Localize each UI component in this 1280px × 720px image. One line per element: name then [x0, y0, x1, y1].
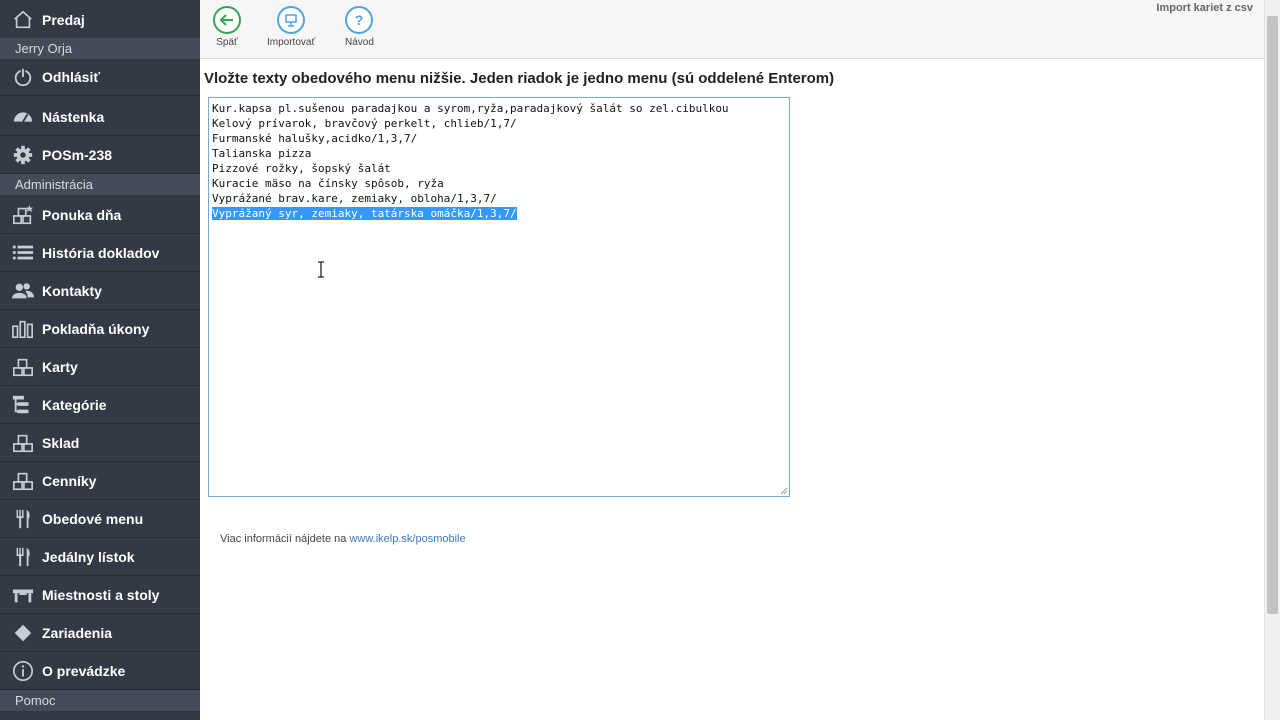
menu-lines: Kur.kapsa pl.sušenou paradajkou a syrom,… [212, 101, 729, 221]
sidebar-item-label: Obedové menu [42, 511, 144, 527]
menu-line: Kelový prívarok, bravčový perkelt, chlie… [212, 116, 729, 131]
back-label: Späť [216, 37, 238, 48]
guide-button[interactable]: ? Návod [345, 6, 374, 48]
menu-line: Furmanské halušky,acidko/1,3,7/ [212, 131, 729, 146]
sidebar-item-zariadenia[interactable]: Zariadenia [0, 615, 200, 652]
boxes-icon [11, 355, 35, 379]
sidebar-user-header: Jerry Orja [0, 38, 200, 59]
footer-text: Viac informácií nájdete na [220, 533, 350, 545]
menu-line-text: Kelový prívarok, bravčový perkelt, chlie… [212, 117, 517, 130]
menu-line-text: Kur.kapsa pl.sušenou paradajkou a syrom,… [212, 102, 729, 115]
import-label: Importovať [267, 37, 316, 48]
sidebar-item-pokladna[interactable]: Pokladňa úkony [0, 311, 200, 348]
menu-line: Kur.kapsa pl.sušenou paradajkou a syrom,… [212, 101, 729, 116]
menu-line: Vyprážané brav.kare, zemiaky, obloha/1,3… [212, 191, 729, 206]
table-icon [11, 583, 35, 607]
sidebar-item-label: Karty [42, 359, 78, 375]
footer-info: Viac informácií nájdete na www.ikelp.sk/… [220, 533, 466, 545]
menu-line: Vyprážaný syr, zemiaky, tatárska omáčka/… [212, 206, 729, 221]
boxes-icon [11, 431, 35, 455]
text-cursor-icon [318, 261, 324, 278]
sidebar-item-miestnosti[interactable]: Miestnosti a stoly [0, 577, 200, 614]
menu-line-text: Furmanské halušky,acidko/1,3,7/ [212, 132, 418, 145]
bars-icon [11, 317, 35, 341]
home-icon [11, 8, 35, 32]
sidebar-item-dashboard[interactable]: Nástenka [0, 99, 200, 136]
sidebar-item-sklad[interactable]: Sklad [0, 425, 200, 462]
menu-line: Talianska pizza [212, 146, 729, 161]
sidebar-item-label: Nástenka [42, 109, 105, 125]
menu-line-text: Kuracie mäso na čínsky spôsob, ryža [212, 177, 444, 190]
sidebar-item-posm[interactable]: POSm-238 [0, 137, 200, 174]
info-icon [11, 659, 35, 683]
import-csv-link[interactable]: Import kariet z csv [1156, 2, 1253, 14]
sidebar-item-predaj[interactable]: Predaj [0, 2, 200, 39]
menu-line-text: Vyprážané brav.kare, zemiaky, obloha/1,3… [212, 192, 497, 205]
sidebar-item-label: Cenníky [42, 473, 97, 489]
tree-icon [11, 393, 35, 417]
sidebar-item-label: POSm-238 [42, 147, 113, 163]
toolbar: Späť Importovať ? Návod Import kariet z … [200, 0, 1264, 59]
page-scrollbar[interactable] [1264, 0, 1280, 720]
sidebar-item-o-prevadzke[interactable]: O prevádzke [0, 653, 200, 690]
scrollbar-thumb[interactable] [1267, 16, 1278, 614]
guide-label: Návod [345, 37, 374, 48]
page-title: Vložte texty obedového menu nižšie. Jede… [204, 70, 835, 87]
boxes-star-icon [11, 203, 35, 227]
sidebar-item-label: Odhlásiť [42, 69, 101, 85]
menu-line: Kuracie mäso na čínsky spôsob, ryža [212, 176, 729, 191]
menu-line-text: Talianska pizza [212, 147, 312, 160]
sidebar-item-ponuka-dna[interactable]: Ponuka dňa [0, 197, 200, 234]
sidebar-item-label: O prevádzke [42, 663, 126, 679]
svg-text:?: ? [355, 12, 364, 28]
sidebar-item-label: Kontakty [42, 283, 102, 299]
power-icon [11, 65, 35, 89]
arrow-left-icon [213, 6, 241, 34]
footer-link[interactable]: www.ikelp.sk/posmobile [349, 533, 465, 545]
cutlery-icon [11, 545, 35, 569]
list-icon [11, 241, 35, 265]
menu-line-text: Pizzové rožky, šopský šalát [212, 162, 391, 175]
sidebar-item-obedove-menu[interactable]: Obedové menu [0, 501, 200, 538]
sidebar-item-kategorie[interactable]: Kategórie [0, 387, 200, 424]
back-button[interactable]: Späť [213, 6, 241, 48]
menu-textarea[interactable]: Kur.kapsa pl.sušenou paradajkou a syrom,… [208, 97, 790, 497]
import-icon [277, 6, 306, 34]
dashboard-icon [11, 105, 35, 129]
sidebar-item-label: Ponuka dňa [42, 207, 122, 223]
sidebar-item-cenniky[interactable]: Cenníky [0, 463, 200, 500]
sidebar-item-label: Kategórie [42, 397, 107, 413]
users-icon [11, 279, 35, 303]
sidebar-item-logout[interactable]: Odhlásiť [0, 59, 200, 96]
sidebar-item-historia[interactable]: História dokladov [0, 235, 200, 272]
menu-line: Pizzové rožky, šopský šalát [212, 161, 729, 176]
question-icon: ? [345, 6, 374, 34]
sidebar-admin-header: Administrácia [0, 174, 200, 195]
gear-icon [11, 143, 35, 167]
sidebar-help-header: Pomoc [0, 690, 200, 711]
import-button[interactable]: Importovať [267, 6, 315, 48]
sidebar-item-kontakty[interactable]: Kontakty [0, 273, 200, 310]
sidebar-item-karty[interactable]: Karty [0, 349, 200, 386]
sidebar: Predaj Jerry Orja Odhlásiť Nástenka POSm… [0, 0, 200, 720]
sidebar-item-label: Zariadenia [42, 625, 113, 641]
diamond-icon [11, 621, 35, 645]
cutlery-icon [11, 507, 35, 531]
boxes-icon [11, 469, 35, 493]
sidebar-item-label: Jedálny lístok [42, 549, 135, 565]
sidebar-item-jedalny-listok[interactable]: Jedálny lístok [0, 539, 200, 576]
resize-grip-icon[interactable] [780, 487, 788, 495]
sidebar-item-label: Sklad [42, 435, 80, 451]
sidebar-item-label: Pokladňa úkony [42, 321, 150, 337]
sidebar-item-label: Predaj [42, 12, 85, 28]
sidebar-item-label: História dokladov [42, 245, 160, 261]
sidebar-item-label: Miestnosti a stoly [42, 587, 160, 603]
menu-line-text: Vyprážaný syr, zemiaky, tatárska omáčka/… [212, 207, 517, 220]
